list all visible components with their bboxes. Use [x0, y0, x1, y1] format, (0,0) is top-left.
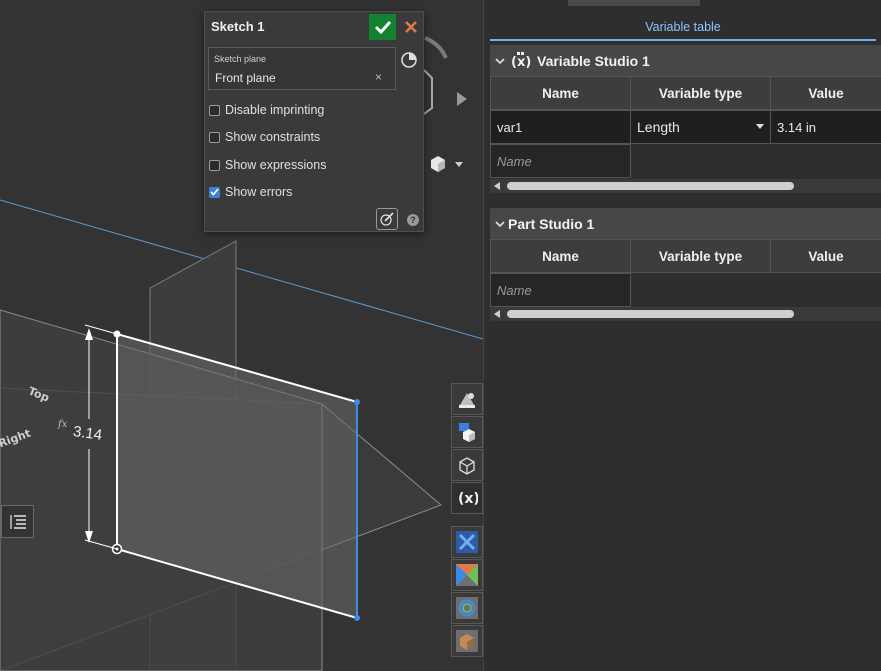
- view-dropdown-chevron-icon[interactable]: [455, 162, 463, 167]
- section-title: Variable Studio 1: [537, 52, 650, 69]
- clear-plane-icon[interactable]: ×: [375, 70, 382, 84]
- variable-table-panel: Variable table (x) Variable Studio 1 Nam…: [483, 0, 881, 671]
- variable-table-icon: (x): [458, 491, 478, 507]
- name-placeholder: Name: [497, 282, 532, 298]
- new-variable-name-input[interactable]: Name: [490, 144, 631, 178]
- section-view-icon: [456, 564, 478, 586]
- svg-text:(x): (x): [458, 491, 478, 507]
- disable-imprinting-label: Disable imprinting: [225, 103, 325, 117]
- graphics-viewport[interactable]: Top Right fx 3.14 (x) Sketch 1 Sketch pl…: [0, 0, 483, 671]
- var-name-cell[interactable]: var1: [490, 110, 631, 144]
- scroll-left-arrow-icon[interactable]: [494, 182, 500, 190]
- section-title: Part Studio 1: [508, 215, 595, 232]
- horizontal-scrollbar[interactable]: [490, 307, 881, 321]
- section-variable-studio: (x) Variable Studio 1 Name Variable type…: [490, 45, 881, 195]
- box-icon: [456, 630, 478, 652]
- section-part-studio: Part Studio 1 Name Variable type Value N…: [490, 208, 881, 323]
- option-disable-imprinting[interactable]: Disable imprinting: [209, 103, 324, 117]
- new-variable-name-input[interactable]: Name: [490, 273, 631, 307]
- sketch-dialog-title: Sketch 1: [211, 19, 265, 34]
- section-header-part-studio[interactable]: Part Studio 1: [490, 208, 881, 239]
- pie-chart-icon: [401, 52, 417, 68]
- section-header-variable-studio[interactable]: (x) Variable Studio 1: [490, 45, 881, 76]
- show-errors-label: Show errors: [225, 185, 293, 199]
- sketch-plane-value: Front plane: [215, 71, 276, 85]
- confirm-button[interactable]: [369, 14, 396, 40]
- option-show-errors[interactable]: Show errors: [209, 185, 292, 199]
- view-cube-rotate-arrow[interactable]: [424, 36, 448, 59]
- appearance-button[interactable]: [451, 383, 483, 415]
- ring-view-button[interactable]: [451, 592, 483, 624]
- sketch-point-bottom-right[interactable]: [354, 615, 360, 621]
- exploded-view-icon: [459, 457, 475, 475]
- section-view-button[interactable]: [451, 559, 483, 591]
- disable-imprinting-checkbox[interactable]: [209, 104, 220, 116]
- panel-top-bar: [568, 0, 700, 6]
- show-constraints-checkbox[interactable]: [209, 131, 220, 143]
- column-header-value[interactable]: Value: [770, 76, 881, 110]
- tab-variable-table[interactable]: Variable table: [490, 16, 876, 41]
- checkmark-icon: [374, 20, 391, 34]
- column-header-variable-type[interactable]: Variable type: [630, 76, 771, 110]
- horizontal-scrollbar[interactable]: [490, 179, 881, 193]
- name-placeholder: Name: [497, 153, 532, 169]
- svg-text:(x): (x): [511, 55, 531, 70]
- sketch-plane-label: Sketch plane: [214, 54, 267, 64]
- sketch-point-top-right[interactable]: [354, 399, 360, 405]
- box-view-button[interactable]: [451, 625, 483, 657]
- show-expressions-label: Show expressions: [225, 158, 327, 172]
- exploded-view-button[interactable]: [451, 449, 483, 481]
- cancel-button[interactable]: [399, 14, 423, 40]
- close-icon: [405, 21, 417, 33]
- column-header-name[interactable]: Name: [490, 239, 631, 273]
- sketch-tool-button[interactable]: [376, 208, 398, 230]
- scrollbar-thumb[interactable]: [507, 310, 794, 318]
- dimension-fx-icon: fx: [58, 419, 68, 430]
- variable-table-button[interactable]: (x): [451, 482, 483, 514]
- dropdown-caret-icon: [756, 124, 764, 129]
- view-cube-right-arrow[interactable]: [457, 92, 467, 106]
- chevron-down-icon: [495, 220, 505, 227]
- list-icon: [9, 514, 26, 529]
- var-type-value: Length: [637, 119, 680, 135]
- show-expressions-checkbox[interactable]: [209, 159, 220, 171]
- option-show-constraints[interactable]: Show constraints: [209, 130, 320, 144]
- sketch-plane-field[interactable]: Sketch plane Front plane ×: [208, 47, 396, 90]
- scroll-left-arrow-icon[interactable]: [494, 310, 500, 318]
- ring-icon: [456, 597, 478, 619]
- appearance-icon: [459, 393, 475, 408]
- var-type-select[interactable]: Length: [630, 110, 771, 144]
- render-studio-button[interactable]: [451, 416, 483, 448]
- column-header-value[interactable]: Value: [770, 239, 881, 273]
- column-header-name[interactable]: Name: [490, 76, 631, 110]
- view-normal-button[interactable]: [400, 51, 418, 69]
- feature-list-toggle-button[interactable]: [1, 505, 34, 538]
- scrollbar-thumb[interactable]: [507, 182, 794, 190]
- check-icon: [210, 188, 219, 196]
- sketch-pen-icon: [380, 212, 394, 226]
- show-errors-checkbox[interactable]: [209, 186, 220, 198]
- option-show-expressions[interactable]: Show expressions: [209, 158, 326, 172]
- variable-studio-icon: (x): [511, 51, 531, 70]
- help-icon[interactable]: ?: [407, 214, 419, 226]
- view-cube-edge[interactable]: [423, 69, 433, 115]
- dimension-arrow-top: [85, 328, 93, 340]
- render-studio-icon: [459, 423, 475, 442]
- show-constraints-label: Show constraints: [225, 130, 321, 144]
- var-value-cell[interactable]: 3.14 in: [770, 110, 881, 144]
- column-header-variable-type[interactable]: Variable type: [630, 239, 771, 273]
- sketch-dialog: Sketch 1 Sketch plane Front plane × Disa…: [204, 11, 424, 232]
- feature-x-icon: [456, 531, 478, 553]
- chevron-down-icon: [495, 57, 505, 64]
- feature-x-button[interactable]: [451, 526, 483, 558]
